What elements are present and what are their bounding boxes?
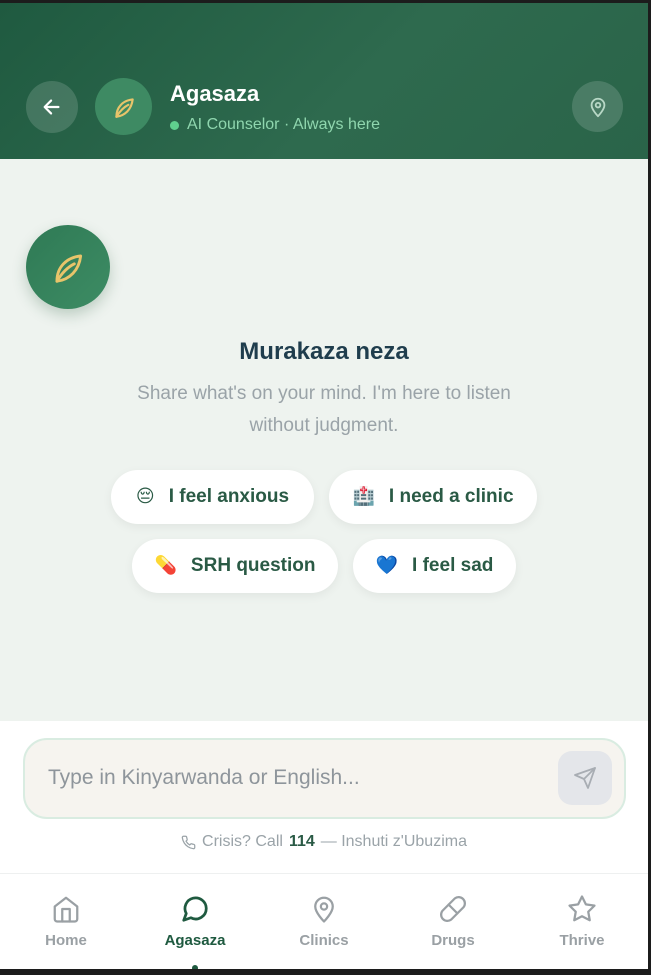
online-status-dot — [170, 120, 179, 130]
chat-subtitle: AI Counselor · Always here — [187, 116, 380, 133]
hospital-icon: 🏥 — [352, 486, 375, 507]
nav-label: Drugs — [431, 932, 475, 949]
app-frame: Agasaza AI Counselor · Always here Murak… — [0, 3, 648, 969]
chat-title: Agasaza — [170, 81, 260, 106]
chat-status: AI Counselor · Always here — [170, 116, 380, 134]
blue-heart-icon: 💙 — [375, 555, 399, 576]
suggestion-srh[interactable]: 💊 SRH question — [132, 539, 338, 593]
home-icon — [53, 896, 79, 923]
chat-header: Agasaza AI Counselor · Always here — [0, 3, 648, 159]
pill-emoji-icon: 💊 — [154, 555, 177, 576]
map-pin-icon — [590, 97, 605, 117]
welcome-title: Murakaza neza — [239, 338, 409, 365]
suggestion-clinic[interactable]: 🏥 I need a clinic — [329, 470, 537, 524]
suggestion-label: I need a clinic — [388, 486, 514, 507]
crisis-number[interactable]: 114 — [289, 833, 315, 851]
send-button[interactable] — [558, 751, 612, 805]
crisis-suffix: — Inshuti z'Ubuzima — [320, 833, 467, 850]
nav-item-drugs[interactable]: Drugs — [388, 874, 518, 969]
nav-label: Clinics — [299, 932, 349, 949]
nav-item-agasaza[interactable]: Agasaza — [130, 874, 260, 969]
nav-label: Thrive — [559, 932, 605, 949]
location-button[interactable] — [572, 81, 623, 132]
leaf-icon — [55, 254, 83, 283]
bottom-nav: Home Agasaza Clinics Drugs Thrive — [0, 873, 648, 969]
welcome-subtitle: Share what's on your mind. I'm here to l… — [137, 383, 511, 436]
nav-item-home[interactable]: Home — [1, 874, 131, 969]
nav-label: Home — [45, 932, 87, 949]
send-icon — [574, 767, 596, 789]
map-pin-icon — [314, 896, 334, 923]
suggestion-sad[interactable]: 💙 I feel sad — [353, 539, 516, 593]
crisis-prefix: Crisis? Call — [202, 833, 283, 850]
phone-icon — [181, 835, 196, 849]
suggestion-label: I feel anxious — [168, 486, 290, 507]
nav-item-clinics[interactable]: Clinics — [259, 874, 389, 969]
back-button[interactable] — [26, 81, 78, 133]
counselor-avatar — [95, 78, 152, 135]
suggestion-label: SRH question — [190, 555, 316, 576]
nav-label: Agasaza — [164, 932, 226, 949]
message-input-box — [23, 738, 626, 819]
nav-item-thrive[interactable]: Thrive — [517, 874, 647, 969]
crisis-hotline: Crisis? Call 114 — Inshuti z'Ubuzima — [0, 833, 648, 851]
pill-icon — [440, 896, 466, 922]
welcome-avatar — [26, 225, 110, 309]
message-input[interactable] — [48, 766, 548, 790]
star-icon — [568, 895, 596, 922]
suggestion-label: I feel sad — [412, 555, 494, 576]
suggestion-anxious[interactable]: 😔 I feel anxious — [111, 470, 314, 524]
active-indicator-dot — [192, 965, 198, 969]
leaf-icon — [114, 97, 134, 118]
chat-bubble-icon — [182, 896, 208, 922]
arrow-left-icon — [43, 99, 60, 115]
pensive-face-icon: 😔 — [135, 486, 155, 507]
